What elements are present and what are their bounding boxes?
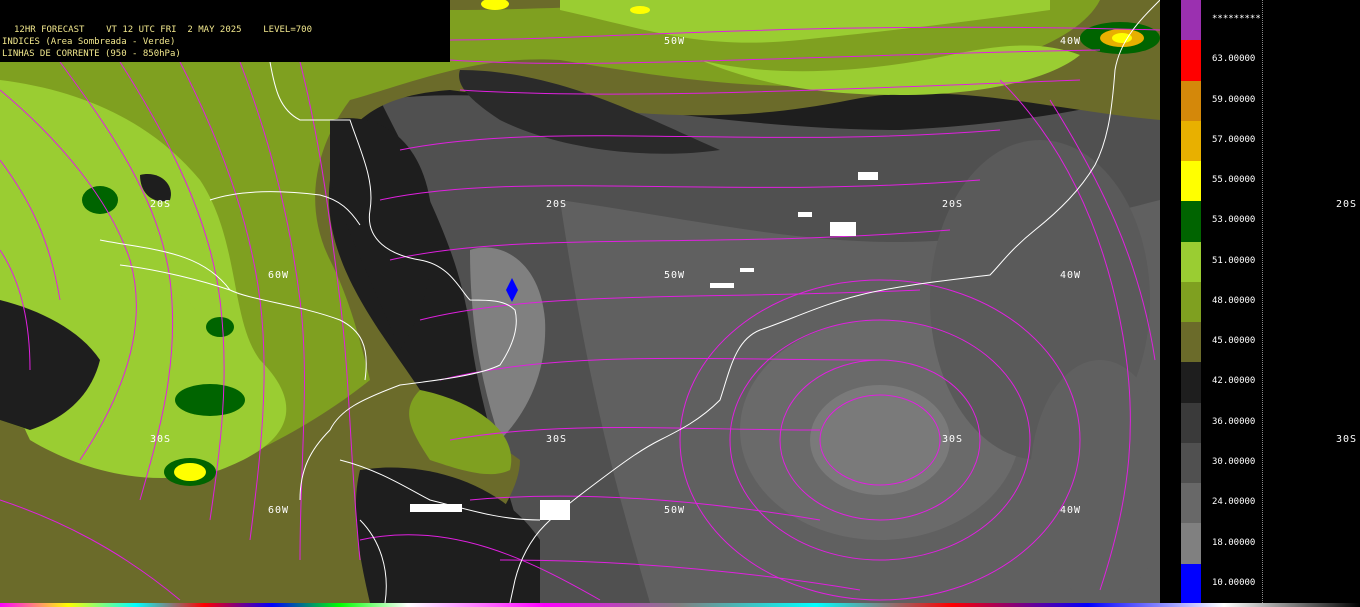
lon-label-50w-bottom: 50W <box>664 505 686 516</box>
legend-label-4: 53.00000 <box>1212 215 1256 226</box>
lat-label-30s-east: 30S <box>942 434 964 445</box>
legend-swatch-3 <box>1181 161 1201 202</box>
header-line-indices: INDICES (Area Sombreada - Verde) <box>2 37 176 47</box>
lon-label-50w-top: 50W <box>664 36 686 47</box>
legend-swatch-8 <box>1181 362 1201 404</box>
map-canvas <box>0 0 1160 603</box>
lat-label-30s-west: 30S <box>150 434 172 445</box>
legend-label-1: 59.00000 <box>1212 94 1256 105</box>
legend-label-0: 63.00000 <box>1212 54 1256 65</box>
lat-label-30s-center: 30S <box>546 434 568 445</box>
legend-swatch-7 <box>1181 322 1201 363</box>
right-label-20s: 20S <box>1336 199 1358 210</box>
legend-swatch-4 <box>1181 201 1201 243</box>
legend-swatch-5 <box>1181 241 1201 283</box>
legend-top-label: ********* <box>1212 14 1261 24</box>
legend-swatch-13 <box>1181 563 1201 605</box>
legend-swatch-9 <box>1181 402 1201 444</box>
panel-divider <box>1262 0 1263 607</box>
legend-label-9: 36.00000 <box>1212 416 1256 427</box>
header-line-streamlines: LINHAS DE CORRENTE (950 - 850hPa) <box>2 49 181 59</box>
lon-label-50w-mid: 50W <box>664 270 686 281</box>
bottom-color-strip <box>0 603 1360 607</box>
lat-label-20s-west: 20S <box>150 199 172 210</box>
legend-label-13: 10.00000 <box>1212 577 1256 588</box>
legend-label-11: 24.00000 <box>1212 497 1256 508</box>
legend-label-12: 18.00000 <box>1212 537 1256 548</box>
legend-color-bar <box>1181 0 1201 605</box>
legend-label-7: 45.00000 <box>1212 336 1256 347</box>
legend-label-8: 42.00000 <box>1212 376 1256 387</box>
legend-label-3: 55.00000 <box>1212 175 1256 186</box>
right-label-30s: 30S <box>1336 434 1358 445</box>
legend-label-5: 51.00000 <box>1212 255 1256 266</box>
header-line-forecast: 12HR FORECAST VT 12 UTC FRI 2 MAY 2025 L… <box>14 25 313 35</box>
lon-label-60w-bottom: 60W <box>268 505 290 516</box>
lon-label-40w-top: 40W <box>1060 36 1082 47</box>
legend-swatch-2 <box>1181 120 1201 162</box>
lon-label-40w-mid: 40W <box>1060 270 1082 281</box>
legend-label-10: 30.00000 <box>1212 457 1256 468</box>
lat-label-20s-east: 20S <box>942 199 964 210</box>
forecast-header: 12HR FORECAST VT 12 UTC FRI 2 MAY 2025 L… <box>0 0 450 62</box>
legend-swatch-12 <box>1181 523 1201 565</box>
legend-swatch-1 <box>1181 80 1201 122</box>
legend-swatch-10 <box>1181 442 1201 484</box>
map-panel: 12HR FORECAST VT 12 UTC FRI 2 MAY 2025 L… <box>0 0 1160 603</box>
legend-swatch-6 <box>1181 281 1201 323</box>
lon-label-40w-bottom: 40W <box>1060 505 1082 516</box>
lat-label-20s-center: 20S <box>546 199 568 210</box>
legend-swatch-11 <box>1181 483 1201 524</box>
legend-swatch-0 <box>1181 40 1201 82</box>
legend-swatch-top <box>1181 0 1201 41</box>
lon-label-60w-mid: 60W <box>268 270 290 281</box>
legend-label-6: 48.00000 <box>1212 295 1256 306</box>
legend-label-2: 57.00000 <box>1212 134 1256 145</box>
